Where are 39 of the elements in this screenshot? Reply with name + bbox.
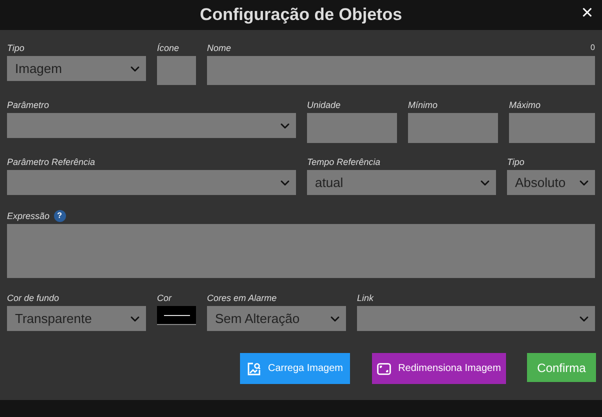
field-label: Cores em Alarme: [207, 294, 277, 302]
load-image-button[interactable]: Carrega Imagem: [240, 353, 350, 384]
field-label: Tipo: [7, 44, 24, 52]
image-icon: [246, 362, 261, 376]
color-swatch[interactable]: [157, 306, 196, 325]
field-label: Mínimo: [408, 100, 438, 110]
select-field[interactable]: Transparente: [7, 306, 146, 331]
select-field[interactable]: [7, 113, 296, 138]
field-label: Cor de fundo: [7, 294, 60, 302]
frame-icon: [377, 362, 392, 374]
field-label: Máximo: [509, 100, 541, 110]
input-field[interactable]: [207, 56, 595, 85]
input-field[interactable]: [408, 113, 498, 143]
resize-image-button[interactable]: Redimensiona Imagem: [372, 353, 506, 384]
select-field[interactable]: Absoluto: [507, 170, 595, 195]
input-field[interactable]: [509, 113, 595, 143]
input-field[interactable]: [157, 56, 196, 85]
close-button[interactable]: ×: [581, 3, 593, 23]
field-label: Tempo Referência: [307, 158, 380, 166]
select-field[interactable]: [7, 170, 296, 195]
select-field[interactable]: Imagem: [7, 56, 146, 81]
field-label: Unidade: [307, 100, 341, 110]
select-field[interactable]: Sem Alteração: [207, 306, 346, 331]
field-label: Expressão: [7, 212, 50, 220]
character-counter: 0: [590, 44, 595, 52]
field-label: Parâmetro: [7, 100, 50, 110]
field-label: Parâmetro Referência: [7, 158, 96, 166]
input-field[interactable]: [307, 113, 397, 143]
help-badge[interactable]: ?: [54, 210, 66, 222]
field-label: Link: [357, 294, 374, 302]
field-label: Tipo: [507, 158, 524, 166]
field-label: Cor: [157, 294, 172, 302]
window-title: Configuração de Objetos: [200, 4, 402, 26]
expression-field[interactable]: [7, 224, 595, 278]
field-label: Ícone: [157, 44, 180, 52]
select-field[interactable]: [357, 306, 595, 331]
field-label: Nome: [207, 44, 232, 52]
confirm-button[interactable]: Confirma: [527, 353, 596, 382]
select-field[interactable]: atual: [307, 170, 496, 195]
